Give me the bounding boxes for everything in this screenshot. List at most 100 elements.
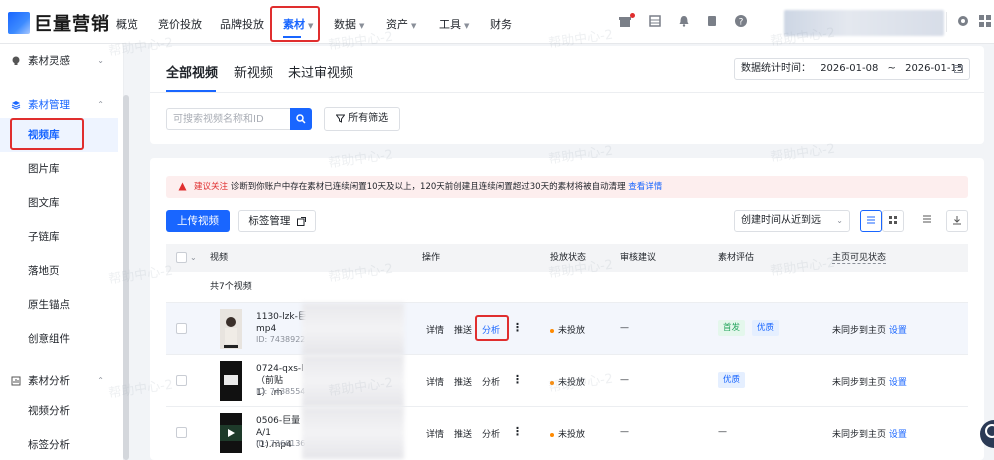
sidebar-group-material-analysis[interactable]: 素材分析 ⌃ bbox=[0, 366, 118, 396]
tag-manage-button[interactable]: 标签管理 bbox=[238, 210, 316, 232]
sidebar-item-image-library[interactable]: 图片库 bbox=[0, 152, 118, 186]
column-header-homepage-visibility: 主页可见状态 bbox=[832, 253, 887, 263]
analyze-action[interactable]: 分析 bbox=[482, 375, 500, 388]
settings-link[interactable]: 设置 bbox=[889, 430, 907, 440]
nav-item-data[interactable]: 数据 ▼ bbox=[334, 16, 364, 32]
nav-item-overview[interactable]: 概览 bbox=[116, 16, 138, 32]
row-checkbox[interactable] bbox=[176, 323, 187, 334]
grid-view-button[interactable] bbox=[882, 210, 904, 232]
chevron-down-icon: ▼ bbox=[359, 22, 365, 30]
all-filters-button[interactable]: 所有筛选 bbox=[324, 107, 400, 131]
idle-material-notice: 建议关注 诊断到你账户中存在素材已连续闲置10天及以上，120天前创建且连续闲置… bbox=[166, 176, 968, 198]
more-icon[interactable]: ⋮ bbox=[512, 321, 523, 334]
quality-badge: 优质 bbox=[718, 372, 746, 388]
highlight-box bbox=[475, 315, 509, 341]
detail-action[interactable]: 详情 bbox=[426, 427, 444, 440]
sidebar-item-video-analysis[interactable]: 视频分析 bbox=[0, 394, 118, 428]
settings-link[interactable]: 设置 bbox=[889, 326, 907, 336]
chevron-down-icon[interactable]: ⌄ bbox=[190, 244, 197, 272]
more-icon[interactable]: ⋮ bbox=[512, 425, 523, 438]
push-action[interactable]: 推送 bbox=[454, 323, 472, 336]
search-button[interactable] bbox=[290, 108, 312, 130]
video-thumbnail[interactable] bbox=[220, 309, 242, 349]
tab-rejected-videos[interactable]: 未过审视频 bbox=[288, 62, 353, 81]
analyze-action[interactable]: 分析 bbox=[482, 427, 500, 440]
table-row[interactable]: 1130-lzk-巨 mp4 ID: 7438922 详情 推送 分析 ⋮ 未投… bbox=[166, 302, 968, 355]
sidebar-group-material-manage[interactable]: 素材管理 ⌃ bbox=[0, 90, 118, 120]
sidebar-item-creative-component[interactable]: 创意组件 bbox=[0, 322, 118, 356]
column-settings-button[interactable] bbox=[916, 210, 938, 232]
table-row[interactable]: 0724-qxs-l（前贴1）.m ID: 7438554 详情 推送 分析 ⋮… bbox=[166, 354, 968, 407]
status-dot bbox=[550, 380, 554, 385]
list-icon bbox=[867, 216, 875, 224]
sidebar-group-inspiration[interactable]: 素材灵感 ⌄ bbox=[0, 46, 118, 76]
row-checkbox[interactable] bbox=[176, 375, 187, 386]
book-icon[interactable] bbox=[705, 14, 719, 28]
delivery-status: 未投放 bbox=[550, 427, 585, 440]
column-header-video: 视频 bbox=[210, 253, 229, 263]
divider bbox=[150, 92, 984, 93]
search-icon bbox=[296, 114, 306, 124]
sort-select[interactable]: 创建时间从近到远 ⌄ bbox=[734, 210, 850, 232]
svg-text:?: ? bbox=[739, 18, 744, 28]
column-header-material-score: 素材评估 bbox=[718, 253, 755, 263]
nav-item-brand[interactable]: 品牌投放 bbox=[220, 16, 264, 32]
logo-mark bbox=[8, 12, 30, 34]
chart-icon bbox=[11, 366, 21, 396]
detail-action[interactable]: 详情 bbox=[426, 375, 444, 388]
sidebar-item-tag-analysis[interactable]: 标签分析 bbox=[0, 428, 118, 460]
chevron-down-icon: ⌄ bbox=[836, 216, 843, 225]
video-count: 共7个视频 bbox=[210, 282, 252, 292]
sidebar-scrollbar[interactable] bbox=[123, 95, 129, 460]
nav-item-tools[interactable]: 工具 ▼ bbox=[439, 16, 469, 32]
first-release-badge: 首发 bbox=[718, 320, 746, 336]
select-all-checkbox[interactable] bbox=[176, 252, 187, 263]
video-id: ID: 7366136 bbox=[256, 439, 306, 448]
video-thumbnail[interactable] bbox=[220, 413, 242, 453]
date-range-picker[interactable]: 数据统计时间： 2026-01-08 ~ 2026-01-15 bbox=[734, 58, 970, 80]
chevron-down-icon: ⌄ bbox=[97, 56, 104, 65]
push-action[interactable]: 推送 bbox=[454, 375, 472, 388]
list-view-button[interactable] bbox=[860, 210, 882, 232]
column-header-review-advice: 审核建议 bbox=[620, 253, 657, 263]
video-thumbnail[interactable] bbox=[220, 361, 242, 401]
upload-video-button[interactable]: 上传视频 bbox=[166, 210, 230, 232]
review-advice: — bbox=[620, 323, 629, 333]
bell-icon[interactable] bbox=[677, 14, 691, 28]
sidebar-item-graphic-library[interactable]: 图文库 bbox=[0, 186, 118, 220]
alert-icon bbox=[178, 176, 187, 198]
brand-logo[interactable]: 巨量营销 bbox=[8, 12, 110, 35]
tab-new-videos[interactable]: 新视频 bbox=[234, 62, 273, 81]
nav-item-bidding[interactable]: 竞价投放 bbox=[158, 16, 202, 32]
video-id: ID: 7438922 bbox=[256, 335, 306, 344]
divider bbox=[946, 12, 947, 32]
sidebar-item-native-anchor[interactable]: 原生锚点 bbox=[0, 288, 118, 322]
sidebar-item-sublink-library[interactable]: 子链库 bbox=[0, 220, 118, 254]
status-dot bbox=[550, 432, 554, 437]
table-header: ⌄ 视频 操作 投放状态 审核建议 素材评估 主页可见状态 bbox=[166, 244, 968, 272]
grid-icon[interactable] bbox=[648, 14, 662, 28]
tab-all-videos[interactable]: 全部视频 bbox=[166, 62, 218, 81]
download-button[interactable] bbox=[946, 210, 968, 232]
account-info-blurred[interactable] bbox=[784, 10, 944, 36]
filter-icon bbox=[335, 113, 348, 124]
nav-active-underline bbox=[283, 36, 301, 38]
chevron-up-icon: ⌃ bbox=[97, 100, 104, 109]
sidebar-item-landing-page[interactable]: 落地页 bbox=[0, 254, 118, 288]
view-details-link[interactable]: 查看详情 bbox=[628, 182, 662, 192]
nav-item-finance[interactable]: 财务 bbox=[490, 16, 512, 32]
settings-link[interactable]: 设置 bbox=[889, 378, 907, 388]
gear-icon[interactable] bbox=[956, 14, 970, 28]
more-icon[interactable]: ⋮ bbox=[512, 373, 523, 386]
nav-item-assets[interactable]: 资产 ▼ bbox=[386, 16, 416, 32]
apps-icon[interactable] bbox=[978, 14, 992, 28]
detail-action[interactable]: 详情 bbox=[426, 323, 444, 336]
stack-icon bbox=[11, 90, 21, 120]
row-checkbox[interactable] bbox=[176, 427, 187, 438]
material-score: — bbox=[718, 427, 727, 437]
help-icon[interactable]: ? bbox=[734, 14, 748, 28]
delivery-status: 未投放 bbox=[550, 375, 585, 388]
push-action[interactable]: 推送 bbox=[454, 427, 472, 440]
search-input[interactable] bbox=[166, 108, 290, 130]
table-row[interactable]: 0506-巨量 A/1 (1).mp4 ID: 7366136 详情 推送 分析… bbox=[166, 406, 968, 459]
